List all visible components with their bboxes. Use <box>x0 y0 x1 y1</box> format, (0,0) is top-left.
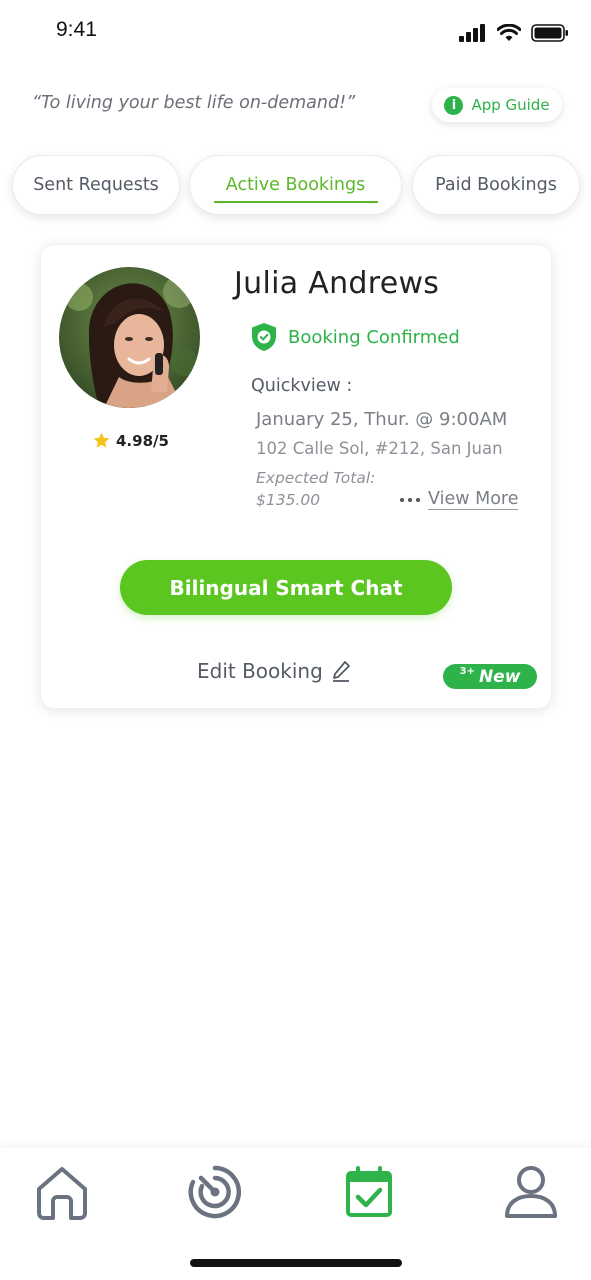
view-more-label: View More <box>428 489 519 510</box>
booking-status-label: Booking Confirmed <box>288 326 460 348</box>
active-tab-indicator <box>214 201 378 203</box>
tab-label: Paid Bookings <box>435 175 557 195</box>
home-icon <box>37 1167 87 1220</box>
expected-total: Expected Total: $135.00 <box>256 467 375 511</box>
tab-paid-bookings[interactable]: Paid Bookings <box>412 155 580 215</box>
new-label: New <box>478 666 521 687</box>
provider-name: Julia Andrews <box>234 266 440 301</box>
rating-value: 4.98/5 <box>116 431 169 450</box>
tab-active-bookings[interactable]: Active Bookings <box>189 155 402 215</box>
edit-booking-label: Edit Booking <box>197 659 323 683</box>
nav-profile[interactable] <box>499 1160 563 1224</box>
wifi-icon <box>497 24 521 41</box>
nav-bookings[interactable] <box>337 1160 401 1224</box>
star-icon <box>93 432 110 448</box>
booking-datetime: January 25, Thur. @ 9:00AM <box>256 409 508 430</box>
new-count: 3+ <box>459 666 475 677</box>
status-icons <box>459 24 569 42</box>
info-icon: i <box>444 95 464 115</box>
rating: 4.98/5 <box>92 431 169 450</box>
more-dots-icon <box>400 497 420 502</box>
profile-icon <box>505 1166 557 1218</box>
nav-home[interactable] <box>30 1160 94 1224</box>
pencil-icon <box>332 661 350 682</box>
booking-status: Booking Confirmed <box>251 322 460 352</box>
tagline: “To living your best life on-demand!” <box>32 93 356 113</box>
avatar[interactable] <box>59 267 200 408</box>
battery-icon <box>531 24 568 42</box>
signal-icon <box>459 24 485 42</box>
tab-sent-requests[interactable]: Sent Requests <box>12 155 180 215</box>
tab-label: Sent Requests <box>33 175 159 195</box>
expected-total-value: $135.00 <box>256 491 321 509</box>
new-messages-badge: 3+ New <box>443 664 537 689</box>
calendar-check-icon <box>346 1166 392 1217</box>
expected-total-label: Expected Total: <box>256 469 376 487</box>
nav-radar[interactable] <box>183 1160 247 1224</box>
edit-booking-link[interactable]: Edit Booking <box>197 659 351 683</box>
tab-label: Active Bookings <box>225 175 366 195</box>
bilingual-smart-chat-button[interactable]: Bilingual Smart Chat <box>120 560 452 615</box>
home-indicator <box>190 1259 402 1267</box>
view-more-link[interactable]: View More <box>400 489 519 510</box>
shield-check-icon <box>252 323 276 351</box>
app-guide-button[interactable]: i App Guide <box>432 88 562 122</box>
radar-icon <box>188 1165 242 1219</box>
booking-address: 102 Calle Sol, #212, San Juan <box>256 439 503 458</box>
app-guide-label: App Guide <box>471 96 550 114</box>
status-time: 9:41 <box>56 18 97 41</box>
quickview-label: Quickview : <box>251 376 353 396</box>
